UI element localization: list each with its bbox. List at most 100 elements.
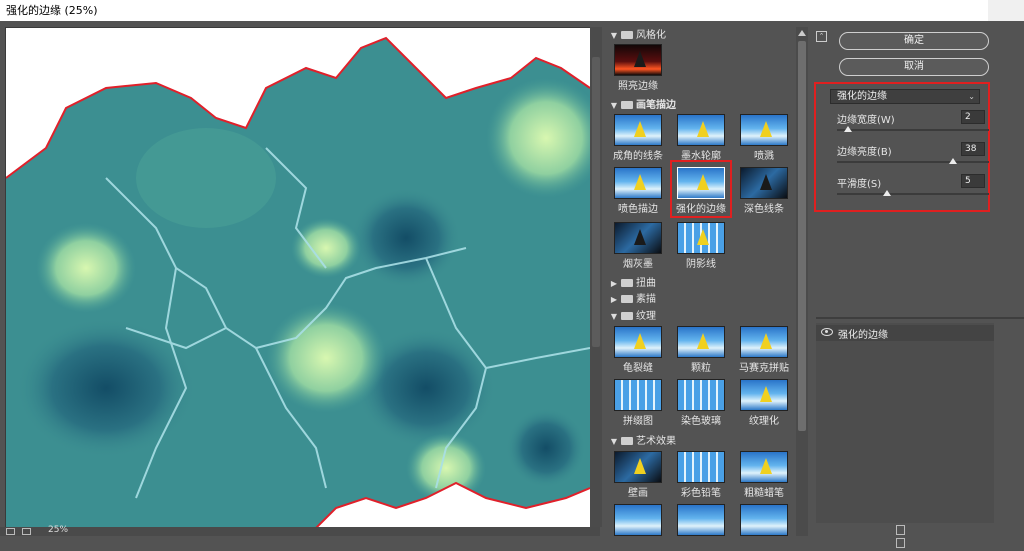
effect-layers-list: 强化的边缘 xyxy=(816,323,994,523)
sailboat-icon xyxy=(697,174,709,190)
chevron-down-icon: ▼ xyxy=(610,31,618,40)
filter-tile[interactable]: 颗粒 xyxy=(671,326,731,374)
filter-thumbnail xyxy=(740,504,788,536)
filter-thumbnail xyxy=(614,114,662,146)
zoom-level[interactable]: 25% xyxy=(48,525,68,535)
status-bar: 25% xyxy=(0,525,600,536)
effect-layer-row[interactable]: 强化的边缘 xyxy=(816,325,994,341)
preview-scrollbar-thumb[interactable] xyxy=(592,57,600,347)
zoom-out-button[interactable] xyxy=(6,528,15,535)
filter-tile[interactable] xyxy=(608,504,668,536)
sailboat-icon xyxy=(697,121,709,137)
sailboat-icon xyxy=(697,333,709,349)
filter-thumbnail xyxy=(677,379,725,411)
zoom-in-button[interactable] xyxy=(22,528,31,535)
smoothness-slider-thumb[interactable] xyxy=(883,190,892,196)
edge-width-input[interactable]: 2 xyxy=(961,110,985,124)
filter-tile[interactable]: 喷色描边 xyxy=(608,167,668,215)
edge-brightness-input[interactable]: 38 xyxy=(961,142,985,156)
filter-thumbnail xyxy=(740,167,788,199)
cancel-button[interactable]: 取消 xyxy=(839,58,989,76)
filter-thumbnail xyxy=(614,504,662,536)
filter-select[interactable]: 强化的边缘 ⌄ xyxy=(830,89,980,104)
category-stylize[interactable]: ▼ 风格化 xyxy=(606,29,796,43)
edge-width-slider[interactable] xyxy=(837,129,989,131)
sailboat-icon xyxy=(634,458,646,474)
category-sketch[interactable]: ▶ 素描 xyxy=(606,293,796,307)
filter-tile[interactable]: 纹理化 xyxy=(734,379,794,427)
chevron-down-icon: ▼ xyxy=(610,101,618,110)
filter-thumbnail xyxy=(614,44,662,76)
settings-panel: ⌃ 确定 取消 强化的边缘 ⌄ 边缘宽度(W) 2 边缘亮度(B) 38 平滑度… xyxy=(808,27,1024,548)
filter-tile-selected[interactable]: 强化的边缘 xyxy=(670,160,732,218)
filter-tile[interactable]: 拼缀图 xyxy=(608,379,668,427)
preview-scrollbar[interactable] xyxy=(590,27,602,527)
filter-tile[interactable]: 喷溅 xyxy=(734,114,794,162)
window-title: 强化的边缘 (25%) xyxy=(6,4,98,17)
filter-thumbnail xyxy=(740,379,788,411)
sailboat-icon xyxy=(634,333,646,349)
filter-gallery: ▼ 风格化 照亮边缘 ▼ 画笔描边 成角的线条 墨水轮廓 喷溅 喷色描边 强化的边缘… xyxy=(606,27,796,536)
filter-tile[interactable]: 龟裂缝 xyxy=(608,326,668,374)
folder-icon xyxy=(621,279,633,287)
filter-preview[interactable] xyxy=(5,27,591,529)
sailboat-icon xyxy=(634,229,646,245)
filter-tile[interactable]: 深色线条 xyxy=(734,167,794,215)
filter-tile[interactable]: 壁画 xyxy=(608,451,668,499)
category-distort[interactable]: ▶ 扭曲 xyxy=(606,277,796,291)
edge-brightness-label: 边缘亮度(B) xyxy=(837,147,892,158)
scroll-up-icon[interactable] xyxy=(798,30,806,36)
collapse-gallery-icon[interactable]: ⌃ xyxy=(816,31,827,42)
chevron-down-icon: ▼ xyxy=(610,312,618,321)
delete-effect-layer-icon[interactable] xyxy=(896,538,905,548)
edge-width-slider-thumb[interactable] xyxy=(843,126,852,132)
edge-brightness-slider-thumb[interactable] xyxy=(948,158,957,164)
sailboat-icon xyxy=(634,174,646,190)
filter-tile[interactable]: 粗糙蜡笔 xyxy=(734,451,794,499)
filter-thumbnail xyxy=(740,326,788,358)
edge-width-label: 边缘宽度(W) xyxy=(837,115,895,126)
filter-tile[interactable]: 染色玻璃 xyxy=(671,379,731,427)
filter-tile[interactable]: 成角的线条 xyxy=(608,114,668,162)
filter-tile[interactable]: 照亮边缘 xyxy=(608,44,668,92)
edge-brightness-slider[interactable] xyxy=(837,161,989,163)
sailboat-icon xyxy=(760,458,772,474)
folder-icon xyxy=(621,295,633,303)
sailboat-icon xyxy=(760,333,772,349)
gallery-scrollbar[interactable] xyxy=(796,27,808,536)
sailboat-icon xyxy=(634,51,646,67)
filter-thumbnail xyxy=(614,379,662,411)
category-texture[interactable]: ▼ 纹理 xyxy=(606,310,796,324)
filter-thumbnail xyxy=(677,504,725,536)
filter-tile[interactable] xyxy=(671,504,731,536)
new-effect-layer-icon[interactable] xyxy=(896,525,905,535)
filter-tile[interactable]: 墨水轮廓 xyxy=(671,114,731,162)
close-button[interactable] xyxy=(988,0,1024,21)
smoothness-input[interactable]: 5 xyxy=(961,174,985,188)
filter-tile[interactable]: 彩色铅笔 xyxy=(671,451,731,499)
chevron-down-icon: ⌄ xyxy=(968,92,975,101)
folder-icon xyxy=(621,31,633,39)
chevron-right-icon: ▶ xyxy=(610,295,618,304)
filter-tile[interactable] xyxy=(734,504,794,536)
filter-thumbnail xyxy=(614,326,662,358)
category-artistic[interactable]: ▼ 艺术效果 xyxy=(606,435,796,449)
category-brush-strokes[interactable]: ▼ 画笔描边 xyxy=(606,99,796,113)
filter-tile[interactable]: 烟灰墨 xyxy=(608,222,668,270)
ok-button[interactable]: 确定 xyxy=(839,32,989,50)
window-title-bar: 强化的边缘 (25%) xyxy=(0,0,1024,21)
sailboat-icon xyxy=(634,121,646,137)
filter-thumbnail xyxy=(614,222,662,254)
filter-thumbnail xyxy=(614,451,662,483)
folder-icon xyxy=(621,312,633,320)
layer-actions xyxy=(896,525,936,548)
smoothness-slider[interactable] xyxy=(837,193,989,195)
filter-settings-box: 强化的边缘 ⌄ 边缘宽度(W) 2 边缘亮度(B) 38 平滑度(S) 5 xyxy=(814,82,990,212)
filter-tile[interactable]: 马赛克拼贴 xyxy=(734,326,794,374)
panel-divider xyxy=(816,317,1024,319)
eye-icon[interactable] xyxy=(821,328,833,336)
smoothness-label: 平滑度(S) xyxy=(837,179,882,190)
sailboat-icon xyxy=(697,229,709,245)
gallery-scrollbar-thumb[interactable] xyxy=(798,41,806,431)
filter-tile[interactable]: 阴影线 xyxy=(671,222,731,270)
